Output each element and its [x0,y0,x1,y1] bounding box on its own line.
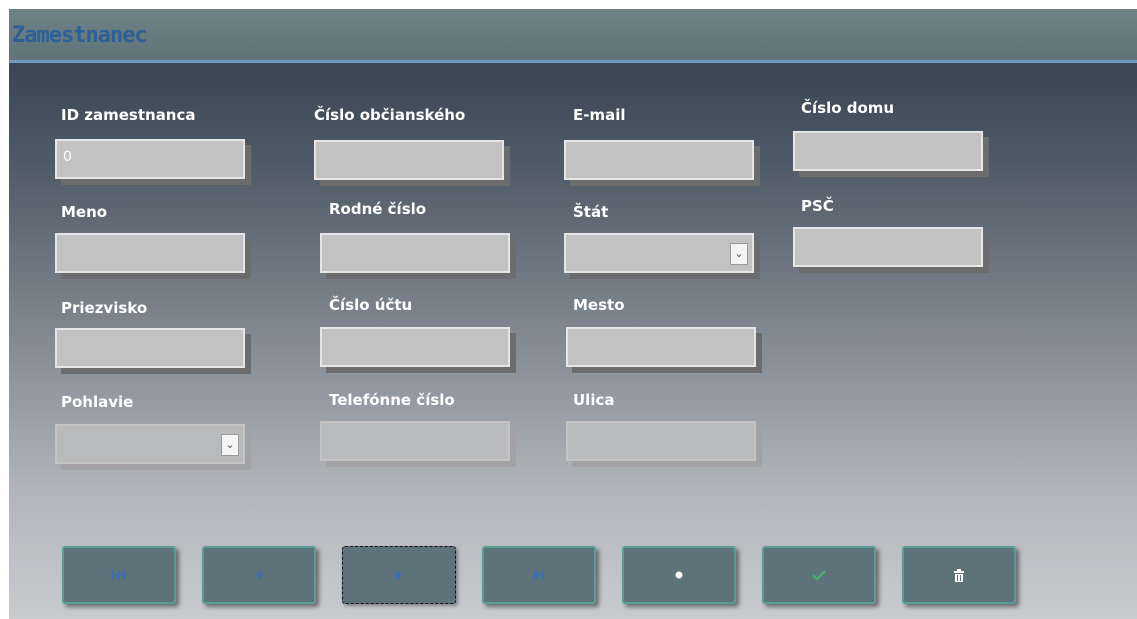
last-record-icon [534,570,544,580]
window-title: Zamestnanec [12,23,148,48]
label-employee-id: ID zamestnanca [61,106,196,124]
label-house-number: Číslo domu [801,99,895,117]
first-record-icon [112,570,126,580]
label-first-name: Meno [61,203,108,221]
label-last-name: Priezvisko [61,299,148,317]
employee-form-window: Zamestnanec ID zamestnanca 0 Meno Priezv… [9,9,1137,619]
last-record-button[interactable] [482,546,596,604]
id-card-number-field[interactable] [314,140,504,180]
label-account-number: Číslo účtu [329,296,413,314]
first-name-field[interactable] [55,233,245,273]
label-id-card-number: Číslo občianského [314,106,466,124]
label-phone-number: Telefónne číslo [329,391,455,409]
label-email: E-mail [573,106,626,124]
title-bar: Zamestnanec [9,9,1137,63]
house-number-field[interactable] [793,131,983,171]
chevron-down-icon[interactable]: ⌄ [730,243,748,265]
label-country: Štát [573,203,609,221]
checkmark-icon [812,570,826,581]
label-gender: Pohlavie [61,393,134,411]
chevron-down-icon[interactable]: ⌄ [221,434,239,456]
next-record-button[interactable] [342,546,456,604]
birth-number-field[interactable] [320,233,510,273]
city-field[interactable] [566,327,756,367]
account-number-field[interactable] [320,327,510,367]
label-city: Mesto [573,296,625,314]
new-record-icon [675,571,683,579]
last-name-field[interactable] [55,328,245,368]
email-field[interactable] [564,140,754,180]
country-select[interactable]: ⌄ [564,233,754,273]
label-postal-code: PSČ [801,197,834,215]
next-record-icon [396,570,402,580]
label-birth-number: Rodné číslo [329,200,427,218]
employee-id-field[interactable]: 0 [55,139,245,179]
gender-select[interactable]: ⌄ [55,424,245,464]
trash-icon [954,568,964,582]
save-record-button[interactable] [762,546,876,604]
delete-record-button[interactable] [902,546,1016,604]
street-field[interactable] [566,421,756,461]
new-record-button[interactable] [622,546,736,604]
first-record-button[interactable] [62,546,176,604]
postal-code-field[interactable] [793,227,983,267]
previous-record-button[interactable] [202,546,316,604]
label-street: Ulica [573,391,615,409]
previous-record-icon [256,570,262,580]
phone-number-field[interactable] [320,421,510,461]
